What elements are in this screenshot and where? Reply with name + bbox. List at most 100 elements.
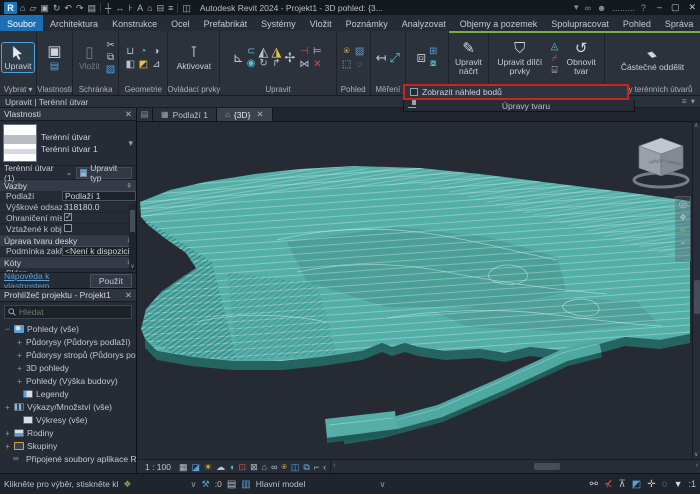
related-to-mass-checkbox[interactable]: [64, 224, 72, 232]
tree-item-rodiny[interactable]: +Rodiny: [0, 426, 136, 439]
design-option-selector[interactable]: Hlavní model ∨: [256, 479, 386, 490]
tree-item-legendy[interactable]: Legendy: [0, 387, 136, 400]
drag-on-selection-icon[interactable]: ✛: [647, 479, 655, 490]
status-dropdown-icon[interactable]: ∨: [190, 479, 196, 490]
scroll-left-icon[interactable]: ‹: [333, 462, 335, 469]
pick-supports-icon[interactable]: ⌸: [551, 65, 557, 76]
search-chevron-icon[interactable]: ▾: [574, 2, 579, 13]
show-points-preview-option[interactable]: Zobrazit náhled bodů: [403, 84, 629, 100]
demolish-icon[interactable]: ⊿: [152, 59, 160, 70]
room-bounding-checkbox[interactable]: [64, 213, 72, 221]
measure-ruler-icon[interactable]: ↤: [376, 52, 387, 63]
options-collapse-icon[interactable]: ≡: [682, 96, 687, 107]
element-selector-dropdown-icon[interactable]: ⌄: [65, 167, 72, 178]
type-selector[interactable]: Terénní útvar Terénní útvar 1 ▾: [0, 121, 136, 166]
toposurface-model[interactable]: [137, 122, 692, 458]
trim-icon[interactable]: ⊣: [300, 46, 309, 57]
tab-systemy[interactable]: Systémy: [254, 15, 303, 31]
cut-icon[interactable]: ✂: [106, 40, 114, 51]
tab-architektura[interactable]: Architektura: [43, 15, 105, 31]
vscroll-thumb[interactable]: [694, 280, 700, 314]
save-icon[interactable]: ▣: [40, 2, 49, 14]
modify-button[interactable]: Upravit: [2, 43, 35, 73]
view-tab-podlazi-1[interactable]: ▦ Podlaží 1: [153, 108, 217, 121]
model-dropdown-icon[interactable]: ∨: [379, 479, 385, 490]
panel-label-vybrat[interactable]: Vybrat▾: [0, 84, 36, 95]
project-browser-close-icon[interactable]: ✕: [125, 290, 132, 301]
vertical-scrollbar[interactable]: ∧ ∨: [692, 122, 700, 458]
pin-icon[interactable]: [408, 103, 416, 108]
isolate-icon[interactable]: ◌: [357, 59, 363, 70]
view-cube[interactable]: VPŘEDU ZPRAVA: [629, 130, 693, 190]
scroll-down-arrow-icon[interactable]: ∨: [129, 263, 136, 270]
reset-shape-button[interactable]: ↺ Obnovit tvar: [561, 39, 601, 78]
tree-item-pudorysy-stropu[interactable]: +Půdorysy stropů (Půdorys podhledu: [0, 348, 136, 361]
apply-button[interactable]: Použít: [90, 274, 132, 288]
undo-icon[interactable]: ↶: [64, 2, 72, 14]
hide-lightbulb-icon[interactable]: ⍟: [344, 46, 350, 57]
view-tab-list-icon[interactable]: ▤: [137, 108, 153, 121]
join-icon[interactable]: ◧: [126, 59, 135, 70]
section-icon[interactable]: ⊟: [157, 2, 165, 14]
sync-icon[interactable]: ↻: [53, 2, 61, 14]
temporary-view-properties-icon[interactable]: ◫: [291, 462, 300, 472]
tab-analyzovat[interactable]: Analyzovat: [395, 15, 453, 31]
tab-prefabrikat[interactable]: Prefabrikát: [197, 15, 255, 31]
select-by-face-icon[interactable]: ◩: [632, 479, 641, 490]
search-binoculars-icon[interactable]: ∞: [584, 3, 590, 13]
temporary-hide-icon[interactable]: ∞: [271, 462, 277, 472]
edit-subelements-button[interactable]: ⛉ Upravit dílčí prvky: [492, 39, 548, 78]
show-crop-icon[interactable]: ⊠: [250, 462, 258, 472]
cut-geometry-icon[interactable]: ◔: [140, 46, 146, 57]
steering-wheel-icon[interactable]: ◎: [679, 199, 688, 210]
tree-item-skupiny[interactable]: +Skupiny: [0, 439, 136, 452]
tree-item-pohledy[interactable]: −Pohledy (vše): [0, 322, 136, 335]
navigation-bar[interactable]: ◎ ✥ ⊕ ⌄: [675, 196, 691, 262]
paint-icon[interactable]: ◑: [153, 46, 159, 57]
copy-move-icon[interactable]: ◉: [247, 58, 256, 69]
thin-lines-icon[interactable]: ≡: [168, 2, 173, 14]
displaced-elements-icon[interactable]: ⧉: [303, 462, 309, 472]
active-design-option-icon[interactable]: ▥: [241, 479, 250, 490]
delete-icon[interactable]: ✕: [313, 59, 321, 70]
tab-poznamky[interactable]: Poznámky: [339, 15, 395, 31]
podlazi-value-field[interactable]: Podlaží 1: [62, 191, 136, 201]
browser-search[interactable]: [4, 305, 132, 319]
section-uprava-tvaru-desky[interactable]: Úprava tvaru desky: [4, 236, 77, 246]
mirror-draw-icon[interactable]: ◮: [271, 46, 281, 57]
extend-icon[interactable]: ⊨: [313, 46, 322, 57]
section-vazby[interactable]: Vazby: [4, 181, 27, 191]
match-type-icon[interactable]: ▧: [106, 64, 115, 75]
home-icon[interactable]: ⌂: [20, 2, 25, 14]
pan-icon[interactable]: ✥: [680, 213, 687, 222]
select-links-icon[interactable]: ⚯: [590, 479, 598, 490]
viewport-3d[interactable]: VPŘEDU ZPRAVA ◎ ✥ ⊕ ⌄ ∧ ∨: [137, 122, 700, 459]
cope-icon[interactable]: ⊔: [126, 46, 134, 57]
edit-type-button[interactable]: Upravit typ: [76, 167, 132, 179]
show-points-preview-checkbox[interactable]: [410, 88, 418, 96]
scroll-right-icon[interactable]: ›: [696, 462, 698, 469]
create-similar-icon[interactable]: ⊞: [429, 46, 437, 57]
mirror-axis-icon[interactable]: ◭: [258, 46, 268, 57]
close-view-tab-icon[interactable]: ✕: [256, 109, 263, 120]
design-options-icon[interactable]: ▤: [227, 479, 236, 490]
section-pin-icon[interactable]: ⇞: [126, 182, 132, 190]
select-pinned-icon[interactable]: ⊼: [618, 479, 625, 490]
align-icon[interactable]: ⊾: [233, 52, 244, 63]
flyout-panel-titlebar[interactable]: Úpravy tvaru: [403, 100, 635, 112]
hscroll-thumb[interactable]: [534, 463, 560, 470]
redo-icon[interactable]: ↷: [76, 2, 84, 14]
maximize-button[interactable]: ▢: [671, 2, 680, 13]
view-tab-3d[interactable]: ⌂ {3D} ✕: [217, 108, 273, 121]
visual-style-icon[interactable]: ◪: [192, 462, 201, 472]
filter-icon[interactable]: ▼: [674, 479, 683, 489]
edit-sketch-button[interactable]: ✎ Upravit náčrt: [452, 39, 485, 78]
create-assembly-icon[interactable]: ⧇: [430, 58, 436, 69]
type-selector-dropdown-icon[interactable]: ▾: [128, 138, 133, 149]
text-icon[interactable]: A: [137, 2, 143, 14]
detail-level-icon[interactable]: ▦: [179, 462, 188, 472]
options-chevron-icon[interactable]: ▾: [691, 96, 695, 107]
print-icon[interactable]: ▤: [88, 2, 97, 14]
tree-item-pudorysy[interactable]: +Půdorysy (Půdorys podlaží): [0, 335, 136, 348]
tree-item-pohledy-vyska[interactable]: +Pohledy (Výška budovy): [0, 374, 136, 387]
